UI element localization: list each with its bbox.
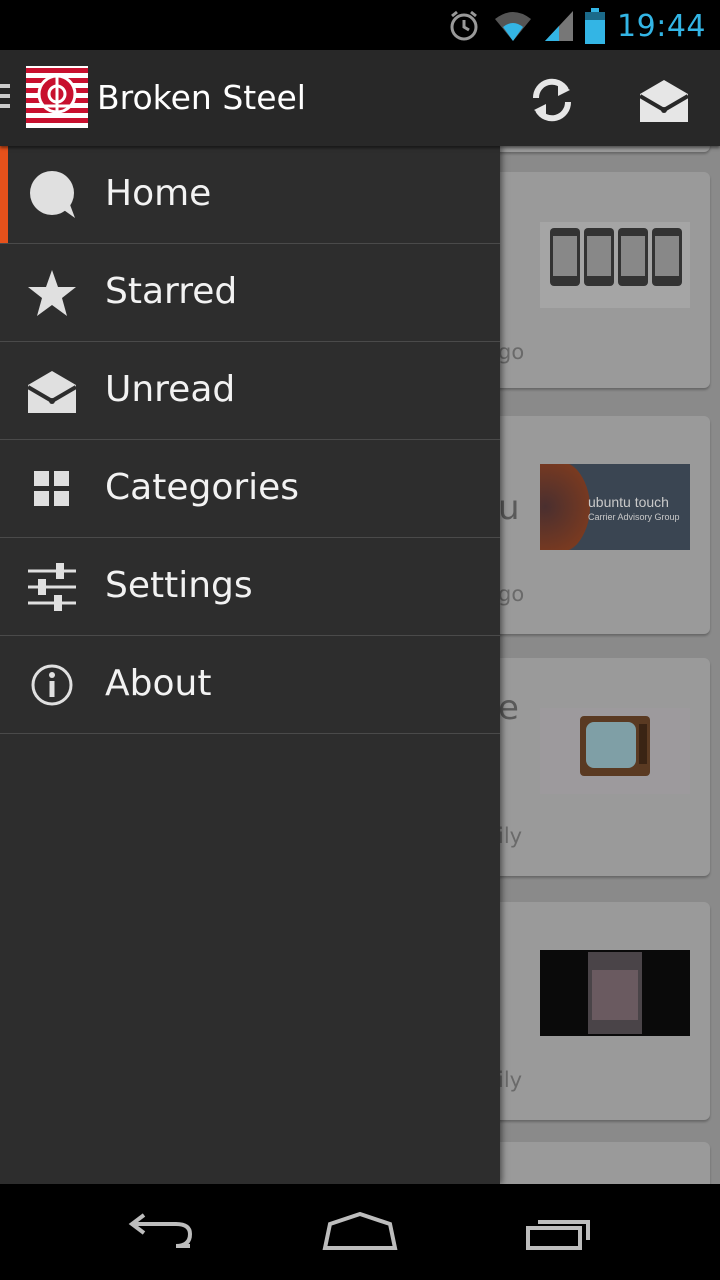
drawer-item-label: About xyxy=(105,663,212,704)
drawer-item-home[interactable]: Home xyxy=(0,146,500,244)
list-item[interactable]: u go ubuntu touch Carrier Advisory Group xyxy=(470,416,710,634)
drawer-item-label: Settings xyxy=(105,565,253,606)
drawer-item-settings[interactable]: Settings xyxy=(0,538,500,636)
list-item-title: u xyxy=(498,488,520,528)
signal-icon xyxy=(545,11,574,41)
info-icon xyxy=(31,664,73,706)
article-thumbnail xyxy=(540,222,690,308)
drawer-item-label: Categories xyxy=(105,467,300,508)
article-thumbnail xyxy=(540,950,690,1036)
back-icon xyxy=(128,1213,193,1248)
thumbnail-caption: ubuntu touch xyxy=(588,494,669,510)
drawer-item-unread[interactable]: Unread xyxy=(0,342,500,440)
unread-button[interactable] xyxy=(632,68,696,132)
list-item[interactable]: go xyxy=(470,172,710,388)
wifi-icon xyxy=(495,12,532,41)
unread-mail-icon xyxy=(638,80,690,122)
recent-apps-icon xyxy=(526,1220,590,1250)
chat-bubble-icon xyxy=(30,171,75,218)
thumbnail-subcaption: Carrier Advisory Group xyxy=(588,512,680,522)
status-bar: 19:44 xyxy=(0,0,720,50)
refresh-button[interactable] xyxy=(520,68,584,132)
drawer-item-label: Unread xyxy=(105,369,236,410)
list-item[interactable]: ily xyxy=(470,902,710,1120)
app-title: Broken Steel xyxy=(97,78,306,117)
navigation-drawer: Home Starred Unread Categories Settings … xyxy=(0,146,500,1184)
list-item-meta: ily xyxy=(498,1068,523,1092)
sliders-icon xyxy=(28,563,76,611)
list-item-meta: go xyxy=(498,582,525,606)
open-envelope-icon xyxy=(26,371,78,413)
list-item[interactable] xyxy=(470,1142,710,1184)
home-button[interactable] xyxy=(310,1204,410,1260)
back-button[interactable] xyxy=(110,1204,210,1260)
drawer-item-categories[interactable]: Categories xyxy=(0,440,500,538)
alarm-icon xyxy=(450,10,478,41)
list-item-meta: go xyxy=(498,340,525,364)
grid-icon xyxy=(34,471,69,506)
list-item-meta: ily xyxy=(498,824,523,848)
drawer-item-about[interactable]: About xyxy=(0,636,500,734)
list-item[interactable] xyxy=(470,146,710,152)
article-thumbnail xyxy=(540,708,690,794)
action-bar: Broken Steel xyxy=(0,50,720,146)
drawer-item-starred[interactable]: Starred xyxy=(0,244,500,342)
app-logo[interactable] xyxy=(26,66,88,128)
battery-icon xyxy=(585,8,606,44)
system-nav-bar xyxy=(0,1184,720,1280)
list-item[interactable]: e ily xyxy=(470,658,710,876)
drawer-item-label: Starred xyxy=(105,271,238,312)
list-item-title: e xyxy=(498,688,519,728)
home-icon xyxy=(322,1212,398,1250)
drawer-indicator-icon[interactable] xyxy=(0,84,10,114)
drawer-item-label: Home xyxy=(105,173,212,214)
refresh-icon xyxy=(532,78,572,122)
star-icon xyxy=(28,270,76,316)
recent-apps-button[interactable] xyxy=(510,1204,610,1260)
status-time: 19:44 xyxy=(617,8,706,44)
article-thumbnail: ubuntu touch Carrier Advisory Group xyxy=(540,464,690,550)
